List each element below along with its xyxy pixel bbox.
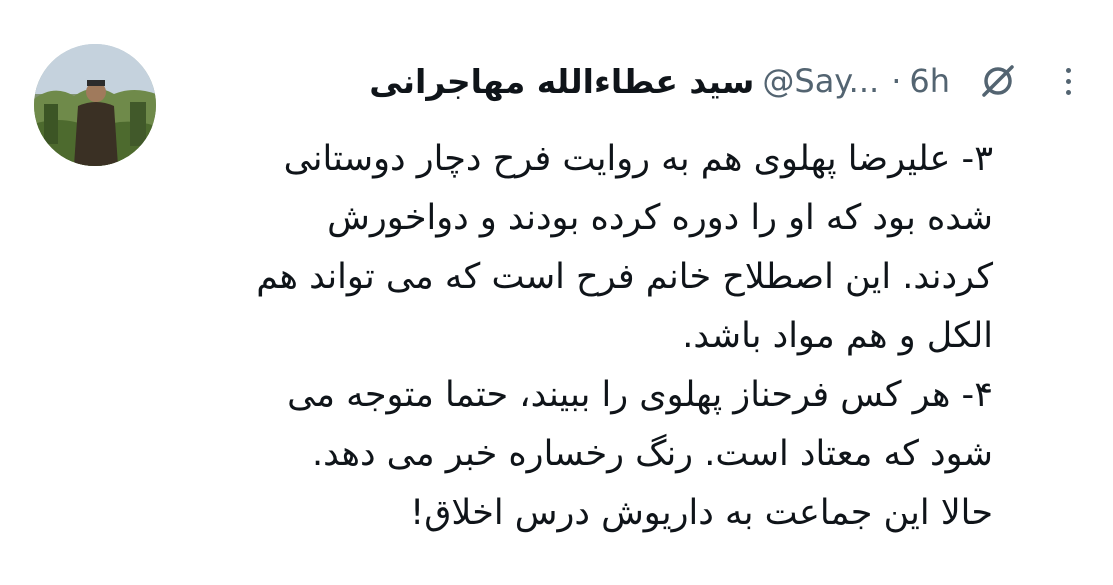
tweet-header: سید عطاءالله مهاجرانی @Say... · 6h [369, 56, 1075, 106]
more-icon[interactable] [1062, 64, 1075, 99]
tweet-text-line: حالا این جماعت به داریوش درس اخلاق! [410, 493, 993, 533]
author-handle[interactable]: @Say... [762, 62, 879, 100]
grok-icon[interactable] [976, 59, 1020, 103]
timestamp[interactable]: 6h [909, 62, 950, 100]
tweet-text-line: ۳- علیرضا پهلوی هم به روایت فرح دچار دوس… [283, 139, 993, 179]
tweet-text-line: شود که معتاد است. رنگ رخساره خبر می دهد. [311, 434, 993, 474]
tweet-text-line: کردند. این اصطلاح خانم فرح است که می توا… [256, 257, 993, 297]
separator-dot: · [891, 62, 902, 100]
tweet-text-line: شده بود که او را دوره کرده بودند و دواخو… [327, 198, 993, 238]
tweet-text: ۳- علیرضا پهلوی هم به روایت فرح دچار دوس… [133, 130, 993, 543]
author-name[interactable]: سید عطاءالله مهاجرانی [369, 62, 754, 101]
tweet-text-line: ۴- هر کس فرحناز پهلوی را ببیند، حتما متو… [287, 375, 993, 415]
tweet-card[interactable]: سید عطاءالله مهاجرانی @Say... · 6h ۳- عل… [0, 0, 1113, 585]
tweet-text-line: الکل و هم مواد باشد. [682, 316, 993, 356]
